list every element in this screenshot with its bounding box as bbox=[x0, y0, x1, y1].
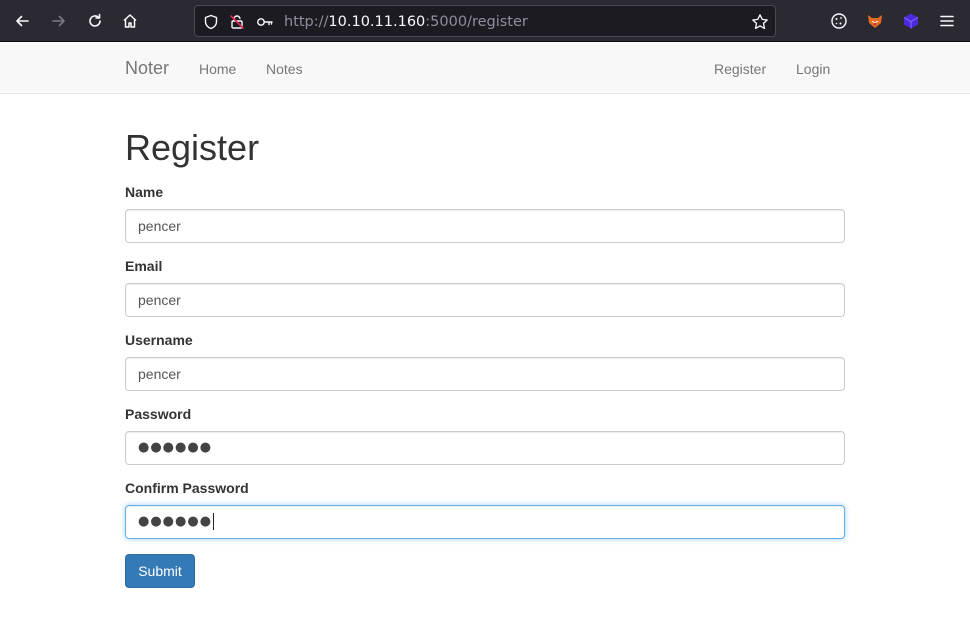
fox-icon bbox=[868, 15, 882, 28]
navbar-brand[interactable]: Noter bbox=[125, 58, 169, 78]
nav-link-home[interactable]: Home bbox=[199, 59, 236, 79]
reload-icon bbox=[89, 13, 101, 27]
arrow-right-icon bbox=[52, 15, 65, 27]
name-input[interactable]: pencer bbox=[125, 209, 845, 243]
home-button[interactable] bbox=[116, 7, 144, 35]
nav-link-login[interactable]: Login bbox=[796, 59, 830, 79]
page-title: Register bbox=[125, 127, 260, 168]
url-bar[interactable]: http://10.10.11.160:5000/register bbox=[194, 5, 776, 37]
key-icon[interactable] bbox=[256, 13, 274, 31]
nav-link-register[interactable]: Register bbox=[714, 59, 766, 79]
menu-button[interactable] bbox=[933, 7, 961, 35]
url-scheme: http:// bbox=[284, 14, 329, 30]
site-navbar: Noter Home Notes Register Login bbox=[0, 42, 970, 94]
url-text[interactable]: http://10.10.11.160:5000/register bbox=[284, 13, 528, 31]
insecure-lock-icon[interactable] bbox=[228, 13, 246, 31]
password-label: Password bbox=[125, 406, 192, 422]
hamburger-menu-icon bbox=[940, 15, 954, 27]
url-host: 10.10.11.160 bbox=[328, 14, 426, 30]
username-input[interactable]: pencer bbox=[125, 357, 845, 391]
cube-icon bbox=[903, 13, 919, 29]
browser-toolbar: http://10.10.11.160:5000/register bbox=[0, 0, 970, 42]
bookmark-star-icon[interactable] bbox=[751, 13, 769, 31]
cookie-extension-button[interactable] bbox=[825, 7, 853, 35]
arrow-left-icon bbox=[16, 15, 29, 27]
back-button[interactable] bbox=[8, 7, 36, 35]
username-label: Username bbox=[125, 332, 193, 348]
nav-link-notes[interactable]: Notes bbox=[266, 59, 303, 79]
password-input[interactable]: ●●●●●● bbox=[125, 431, 845, 465]
confirm-password-label: Confirm Password bbox=[125, 480, 249, 496]
wappalyzer-extension-button[interactable] bbox=[897, 7, 925, 35]
text-caret bbox=[213, 513, 215, 530]
submit-button[interactable]: Submit bbox=[125, 554, 195, 588]
email-label: Email bbox=[125, 258, 163, 274]
confirm-password-input[interactable]: ●●●●●● bbox=[125, 505, 845, 539]
foxyproxy-extension-button[interactable] bbox=[861, 7, 889, 35]
home-icon bbox=[123, 14, 137, 28]
shield-icon[interactable] bbox=[202, 13, 220, 31]
confirm-password-value: ●●●●●● bbox=[138, 514, 213, 529]
name-label: Name bbox=[125, 184, 164, 200]
cookie-icon bbox=[831, 13, 847, 29]
forward-button[interactable] bbox=[45, 7, 73, 35]
email-input[interactable]: pencer bbox=[125, 283, 845, 317]
url-path: :5000/register bbox=[425, 14, 528, 30]
reload-button[interactable] bbox=[81, 7, 109, 35]
